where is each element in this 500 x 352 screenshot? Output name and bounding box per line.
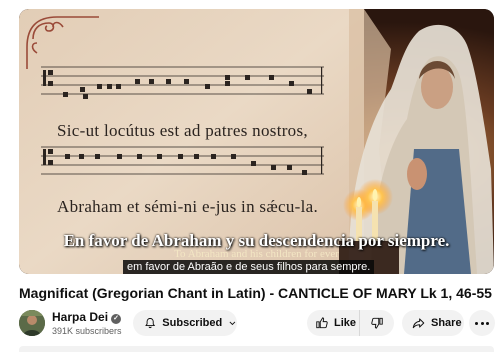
dislike-button[interactable] — [360, 310, 394, 336]
like-label: Like — [334, 317, 357, 329]
english-subtitle: To Abraham and his children for ever — [174, 248, 339, 260]
check-icon: ✓ — [111, 314, 122, 324]
more-actions-button[interactable] — [469, 310, 495, 336]
description-box[interactable] — [19, 346, 494, 352]
score-lyrics-line-2: Abraham et sémi-ni e-jus in sǽcu-la. — [57, 197, 319, 216]
avatar-image — [19, 310, 45, 336]
bell-icon — [145, 317, 156, 329]
thumbs-down-icon — [371, 317, 383, 329]
channel-name[interactable]: Harpa Dei — [52, 310, 108, 324]
channel-name-row[interactable]: Harpa Dei ✓ — [52, 310, 122, 324]
thumbs-up-icon — [316, 317, 328, 329]
share-label: Share — [431, 317, 462, 329]
subscribe-label: Subscribed — [162, 317, 223, 329]
share-button[interactable]: Share — [402, 310, 464, 336]
subscriber-count: 391K subscribers — [52, 326, 122, 336]
more-dot-icon — [480, 321, 484, 325]
avatar[interactable] — [19, 310, 45, 336]
subscribe-button[interactable]: Subscribed — [133, 310, 237, 336]
share-icon — [412, 318, 425, 329]
more-dot-icon — [485, 321, 489, 325]
like-button[interactable]: Like — [307, 310, 360, 336]
video-player[interactable]: Sic-ut locútus est ad patres nostros, Ab… — [19, 9, 494, 274]
more-dot-icon — [475, 321, 479, 325]
like-dislike-group: Like — [307, 310, 394, 336]
closed-caption: em favor de Abraão e de seus filhos para… — [123, 260, 375, 274]
video-title: Magnificat (Gregorian Chant in Latin) - … — [19, 285, 492, 301]
score-lyrics-line-1: Sic-ut locútus est ad patres nostros, — [57, 121, 308, 140]
chevron-down-icon — [229, 321, 236, 326]
